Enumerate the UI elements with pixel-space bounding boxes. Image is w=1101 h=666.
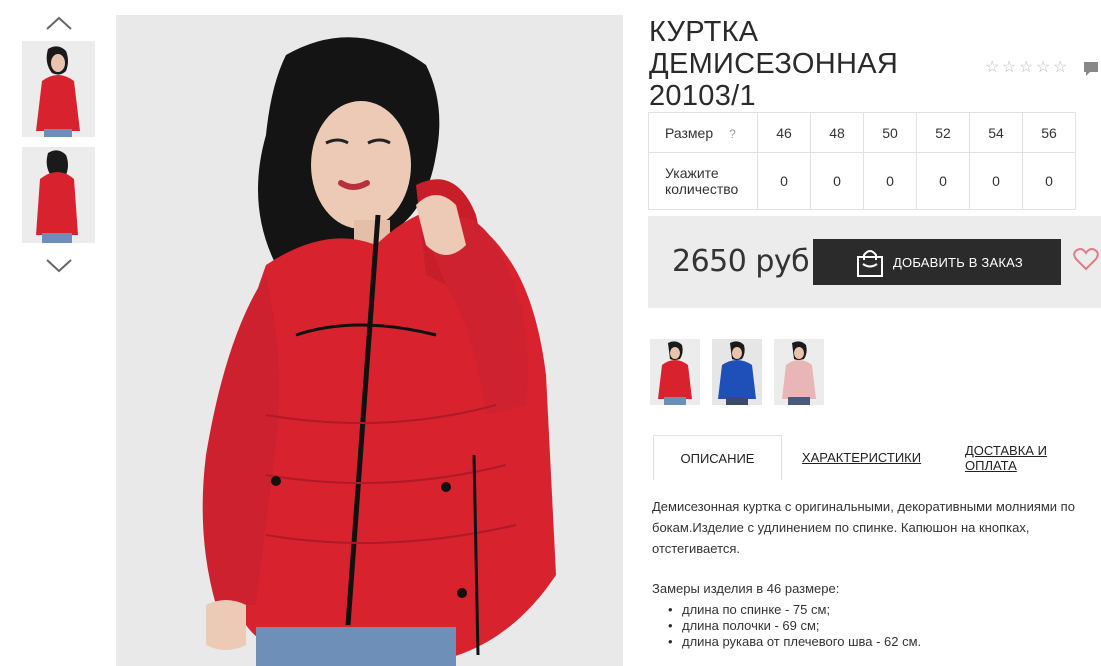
rating-stars[interactable]: ☆ ☆ ☆ ☆ ☆ [985, 60, 1069, 76]
buy-box: 2650 руб ДОБАВИТЬ В ЗАКАЗ [648, 216, 1101, 308]
color-variants [650, 339, 824, 405]
add-to-order-button[interactable]: ДОБАВИТЬ В ЗАКАЗ [813, 239, 1061, 285]
thumb-scroll-down-button[interactable] [22, 253, 96, 281]
tab-description[interactable]: ОПИСАНИЕ [653, 435, 782, 480]
product-tabs: ОПИСАНИЕ ХАРАКТЕРИСТИКИ ДОСТАВКА И ОПЛАТ… [653, 435, 1101, 480]
thumbnail-2[interactable] [22, 147, 95, 243]
size-option[interactable]: 56 [1022, 112, 1076, 153]
star-icon[interactable]: ☆ [1002, 60, 1018, 76]
color-variant-blue[interactable] [712, 339, 762, 405]
chevron-down-icon [46, 259, 72, 273]
size-option[interactable]: 54 [969, 112, 1023, 153]
quantity-input[interactable]: 0 [757, 152, 811, 210]
comment-icon[interactable] [1083, 61, 1099, 77]
heart-icon[interactable] [1073, 247, 1099, 271]
quantity-label: Укажите количество [648, 152, 758, 210]
star-icon[interactable]: ☆ [1053, 60, 1069, 76]
tab-delivery-payment[interactable]: ДОСТАВКА И ОПЛАТА [965, 435, 1089, 480]
star-icon[interactable]: ☆ [1036, 60, 1052, 76]
size-help-icon[interactable]: ? [729, 127, 736, 141]
main-product-image[interactable] [116, 15, 623, 666]
color-variant-red[interactable] [650, 339, 700, 405]
star-icon[interactable]: ☆ [985, 60, 1001, 76]
list-item: длина рукава от плечевого шва - 62 см. [668, 634, 921, 650]
star-icon[interactable]: ☆ [1019, 60, 1035, 76]
product-photo-illustration [116, 15, 623, 666]
size-label: Размер [665, 124, 714, 141]
size-option[interactable]: 50 [863, 112, 917, 153]
product-title: КУРТКА ДЕМИСЕЗОННАЯ 20103/1 [649, 16, 899, 112]
variant-blue-photo [712, 339, 762, 405]
thumb-photo-front [22, 41, 95, 137]
list-item: длина по спинке - 75 см; [668, 602, 921, 618]
color-variant-pink[interactable] [774, 339, 824, 405]
quantity-input[interactable]: 0 [810, 152, 864, 210]
size-option[interactable]: 46 [757, 112, 811, 153]
quantity-input[interactable]: 0 [916, 152, 970, 210]
size-quantity-table: Размер? 46 48 50 52 54 56 Укажите количе… [648, 112, 1076, 210]
chevron-up-icon [46, 16, 72, 30]
variant-red-photo [650, 339, 700, 405]
quantity-input[interactable]: 0 [1022, 152, 1076, 210]
thumb-scroll-up-button[interactable] [22, 10, 96, 38]
product-description: Демисезонная куртка с оригинальными, дек… [652, 499, 1075, 556]
list-item: длина полочки - 69 см; [668, 618, 921, 634]
quantity-input[interactable]: 0 [863, 152, 917, 210]
shopping-bag-icon [857, 250, 883, 277]
thumbnail-rail [22, 10, 96, 281]
variant-pink-photo [774, 339, 824, 405]
size-option[interactable]: 48 [810, 112, 864, 153]
measurements-title: Замеры изделия в 46 размере: [652, 581, 840, 596]
product-price: 2650 руб [672, 244, 810, 279]
add-to-order-label: ДОБАВИТЬ В ЗАКАЗ [893, 254, 1023, 270]
quantity-input[interactable]: 0 [969, 152, 1023, 210]
thumbnail-1[interactable] [22, 41, 95, 137]
thumb-photo-back [22, 147, 95, 243]
size-label-cell: Размер? [648, 112, 758, 153]
size-option[interactable]: 52 [916, 112, 970, 153]
tab-characteristics[interactable]: ХАРАКТЕРИСТИКИ [802, 435, 921, 480]
measurements-list: длина по спинке - 75 см; длина полочки -… [668, 602, 921, 650]
